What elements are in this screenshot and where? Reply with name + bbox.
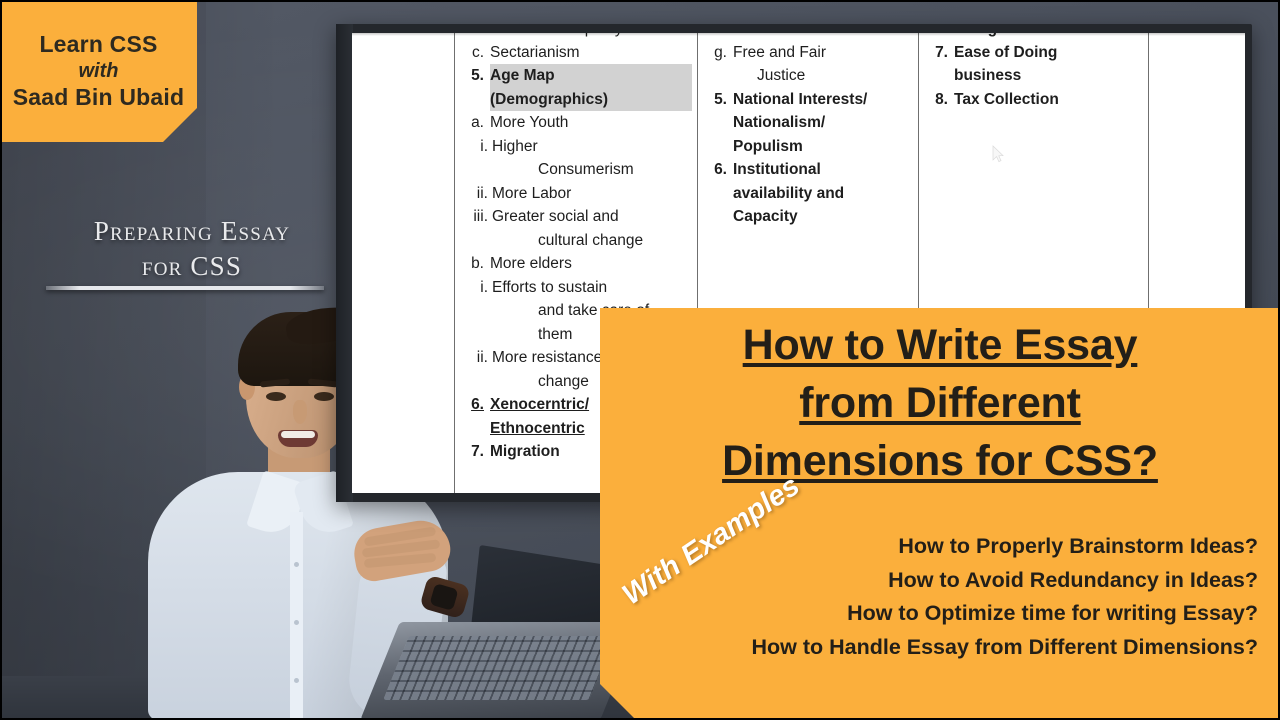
document-list-item: 8. Tax Collection bbox=[928, 88, 1140, 112]
document-list-item: 6. Institutional bbox=[707, 158, 912, 182]
overlay-title-line-2: from Different bbox=[799, 379, 1081, 427]
list-marker: 6. bbox=[471, 396, 484, 413]
document-left-gutter bbox=[336, 24, 353, 502]
list-marker: 7. bbox=[471, 443, 484, 460]
list-item-text: Consumerism bbox=[538, 161, 634, 178]
badge-line-3: Saad Bin Ubaid bbox=[12, 84, 185, 110]
mouse-cursor-icon bbox=[992, 145, 1004, 163]
document-list-item: 7. Ease of Doing bbox=[928, 41, 1140, 65]
document-list-item: c. Sectarianism bbox=[464, 41, 692, 65]
list-marker: i. bbox=[480, 278, 488, 296]
list-item-text: business bbox=[954, 67, 1022, 84]
list-marker: g. bbox=[714, 43, 727, 61]
document-list-item: 5. Age Map bbox=[464, 64, 692, 88]
list-item-text: Institutional bbox=[733, 161, 821, 178]
channel-badge: Learn CSS with Saad Bin Ubaid bbox=[0, 0, 197, 142]
document-list-item: cultural change bbox=[464, 229, 692, 253]
video-thumbnail: Preparing Essay for CSS b.Economic Dispa… bbox=[0, 0, 1280, 720]
slide-title-divider bbox=[46, 286, 324, 290]
list-item-text: Capacity bbox=[733, 208, 798, 225]
list-marker: b. bbox=[471, 255, 484, 272]
list-marker: iii. bbox=[473, 208, 488, 225]
list-marker: i. bbox=[480, 137, 488, 155]
document-list-item: (Demographics) bbox=[464, 87, 692, 111]
list-item-text: Higher bbox=[492, 137, 538, 155]
shirt-button bbox=[294, 562, 299, 567]
slide-title-line1: Preparing Essay bbox=[93, 216, 291, 246]
document-list-item: Capacity bbox=[707, 205, 912, 229]
laptop-keyboard bbox=[383, 636, 615, 700]
overlay-question-item: How to Handle Essay from Different Dimen… bbox=[751, 634, 1258, 659]
overlay-question-list: How to Properly Brainstorm Ideas? How to … bbox=[618, 530, 1258, 664]
document-list-item: i. Higher bbox=[464, 135, 692, 159]
document-list-item: 5. National Interests/ bbox=[707, 88, 912, 112]
list-item-text: More Labor bbox=[492, 184, 572, 202]
list-item-text: More elders bbox=[490, 255, 572, 272]
slide-title: Preparing Essay for CSS bbox=[42, 214, 342, 284]
document-list-item: business bbox=[928, 64, 1140, 88]
presenter-eye-right bbox=[314, 392, 334, 401]
document-list-item: g. Free and Fair bbox=[707, 41, 912, 65]
document-list-item: iii. Greater social and bbox=[464, 205, 692, 229]
document-list-item: Justice bbox=[707, 64, 912, 88]
column-divider bbox=[454, 33, 455, 493]
document-column-4: foreign aid7.Ease of Doingbusiness8.Tax … bbox=[928, 33, 1140, 111]
document-list-item: ii. More Labor bbox=[464, 182, 692, 206]
list-item-text: availability and bbox=[733, 184, 845, 202]
list-item-text: Nationalism/ bbox=[733, 114, 826, 131]
shirt-button bbox=[294, 678, 299, 683]
list-marker: 5. bbox=[471, 67, 484, 84]
badge-line-2: with bbox=[78, 60, 119, 82]
presenter-teeth bbox=[281, 431, 315, 438]
overlay-question-item: How to Avoid Redundancy in Ideas? bbox=[888, 567, 1258, 592]
list-marker: ii. bbox=[476, 184, 488, 202]
document-list-item: a. More Youth bbox=[464, 111, 692, 135]
list-item-text: Sectarianism bbox=[490, 43, 580, 61]
list-item-text: Tax Collection bbox=[954, 90, 1059, 108]
list-marker: 6. bbox=[714, 161, 727, 178]
list-item-text: (Demographics) bbox=[490, 87, 692, 111]
list-marker: a. bbox=[471, 114, 484, 131]
document-list-item: Populism bbox=[707, 135, 912, 159]
list-item-text: More Youth bbox=[490, 114, 569, 131]
document-list-item: b. More elders bbox=[464, 252, 692, 276]
document-list-item: Consumerism bbox=[464, 158, 692, 182]
list-item-text: Greater social and bbox=[492, 208, 619, 225]
list-item-text: Efforts to sustain bbox=[492, 278, 608, 296]
list-marker: ii. bbox=[476, 349, 488, 366]
slide-title-line2: for CSS bbox=[141, 251, 243, 281]
list-item-text: National Interests/ bbox=[733, 90, 868, 108]
list-marker: c. bbox=[471, 43, 484, 61]
list-item-text: Free and Fair bbox=[733, 43, 827, 61]
overlay-question-item: How to Optimize time for writing Essay? bbox=[847, 601, 1258, 625]
badge-line-1: Learn CSS bbox=[39, 31, 158, 57]
list-item-text: Ease of Doing bbox=[954, 43, 1058, 61]
presenter-nose bbox=[293, 400, 307, 424]
list-item-text: Justice bbox=[757, 67, 806, 84]
shirt-placket bbox=[290, 512, 303, 720]
overlay-question-item: How to Properly Brainstorm Ideas? bbox=[898, 534, 1258, 558]
list-item-text: Age Map bbox=[490, 64, 692, 88]
overlay-title: How to Write Essay from Different Dimens… bbox=[624, 316, 1256, 490]
document-column-3: f.Local Govtg.Free and FairJustice5.Nati… bbox=[707, 33, 912, 229]
overlay-title-line-1: How to Write Essay bbox=[742, 321, 1138, 369]
document-top-shadow bbox=[352, 33, 1245, 36]
list-marker: 7. bbox=[935, 43, 948, 61]
list-marker: 8. bbox=[935, 90, 948, 108]
document-list-item: i. Efforts to sustain bbox=[464, 276, 692, 300]
document-list-item: availability and bbox=[707, 182, 912, 206]
shirt-button bbox=[294, 620, 299, 625]
presenter-eye-left bbox=[266, 392, 286, 401]
list-item-text: Populism bbox=[733, 137, 803, 155]
document-list-item: Nationalism/ bbox=[707, 111, 912, 135]
list-item-text: cultural change bbox=[538, 231, 644, 249]
list-marker: 5. bbox=[714, 90, 727, 108]
